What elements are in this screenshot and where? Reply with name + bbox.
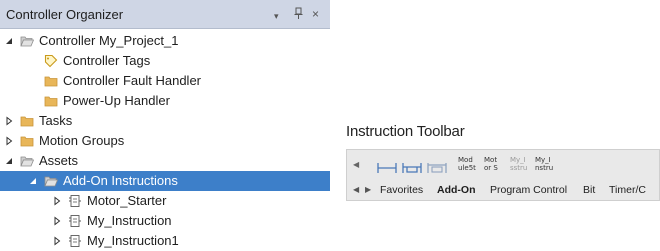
tree-item-label: Controller Fault Handler [63, 73, 202, 88]
folder-icon [20, 134, 34, 148]
aoi-button-line1: My_I [535, 156, 551, 164]
collapsed-arrow-icon[interactable] [52, 236, 62, 246]
branch-level-icon[interactable] [427, 155, 447, 177]
aoi-button-module-starter[interactable]: Mod ule5t [458, 156, 476, 172]
tree-item[interactable]: Tasks [0, 111, 330, 131]
toolbar-tab-strip: ◀ ▶ Favorites Add-On Program Control Bit… [347, 181, 659, 200]
rung-branch-icon[interactable] [377, 155, 397, 177]
scroll-left-icon[interactable]: ◀ [353, 160, 359, 169]
tree-item[interactable]: Controller My_Project_1 [0, 31, 330, 51]
dropdown-icon[interactable]: ▾ [274, 9, 279, 23]
instruction-toolbar-caption: Instruction Toolbar [346, 123, 465, 140]
expanded-arrow-icon[interactable] [4, 36, 14, 46]
aoi-button-line2: ule5t [458, 164, 476, 172]
tab-scroll-left-icon[interactable]: ◀ [353, 185, 359, 194]
tab-add-on[interactable]: Add-On [437, 184, 476, 196]
tab-scroll-right-icon[interactable]: ▶ [365, 185, 371, 194]
tree-item-label: Power-Up Handler [63, 93, 170, 108]
tree-item[interactable]: Motion Groups [0, 131, 330, 151]
tag-icon [44, 54, 58, 68]
aoi-button-line1: Mot [484, 156, 498, 164]
aoi-icon [68, 194, 82, 208]
tree-item[interactable]: Motor_Starter [0, 191, 330, 211]
collapsed-arrow-icon[interactable] [4, 116, 14, 126]
tree-item[interactable]: Add-On Instructions [0, 171, 330, 191]
tree-item-label: Assets [39, 153, 79, 168]
pin-icon[interactable] [294, 7, 303, 23]
folder-open-icon [44, 174, 58, 188]
aoi-button-line1: Mod [458, 156, 473, 164]
tree-item[interactable]: My_Instruction [0, 211, 330, 231]
tree-item-label: My_Instruction1 [87, 233, 179, 248]
folder-open-icon [20, 34, 34, 48]
tab-timer-counter[interactable]: Timer/C [609, 184, 646, 196]
organizer-title: Controller Organizer [6, 7, 124, 22]
aoi-button-line1: My_I [510, 156, 526, 164]
tree-item-label: Controller My_Project_1 [39, 33, 179, 48]
controller-organizer-panel: Controller Organizer ▾ × Controller My_P… [0, 0, 330, 251]
tree-item-label: My_Instruction [87, 213, 172, 228]
aoi-button-line2: nstru [535, 164, 554, 172]
organizer-header: Controller Organizer ▾ × [0, 0, 330, 29]
close-icon[interactable]: × [312, 7, 319, 21]
aoi-button-motor-starter[interactable]: Mot or S [484, 156, 498, 172]
aoi-icon [68, 234, 82, 248]
aoi-button-my-instruction1[interactable]: My_I nstru [535, 156, 553, 172]
collapsed-arrow-icon[interactable] [52, 196, 62, 206]
instruction-toolbar: ◀ Mod ule5t Mot or S My_I sstru My_I nst… [346, 149, 660, 201]
toolbar-button-strip: ◀ Mod ule5t Mot or S My_I sstru My_I nst… [347, 150, 659, 180]
tree-item-label: Tasks [39, 113, 73, 128]
tree-item-label: Controller Tags [63, 53, 151, 68]
tab-program-control[interactable]: Program Control [490, 184, 567, 196]
aoi-button-line2: sstru [510, 164, 528, 172]
tree-item[interactable]: Power-Up Handler [0, 91, 330, 111]
tree-item-label: Motor_Starter [87, 193, 167, 208]
tree-item-label: Add-On Instructions [63, 173, 178, 188]
tree-item[interactable]: Assets [0, 151, 330, 171]
tree-item[interactable]: Controller Tags [0, 51, 330, 71]
folder-icon [44, 74, 58, 88]
branch-icon[interactable] [402, 155, 422, 177]
tab-favorites[interactable]: Favorites [380, 184, 423, 196]
aoi-button-line2: or S [484, 164, 498, 172]
folder-icon [20, 114, 34, 128]
folder-open-icon [20, 154, 34, 168]
folder-icon [44, 94, 58, 108]
expanded-arrow-icon[interactable] [28, 176, 38, 186]
tree-item-label: Motion Groups [39, 133, 125, 148]
collapsed-arrow-icon[interactable] [52, 216, 62, 226]
aoi-button-my-instruction[interactable]: My_I sstru [510, 156, 527, 172]
aoi-icon [68, 214, 82, 228]
tree-item[interactable]: My_Instruction1 [0, 231, 330, 251]
collapsed-arrow-icon[interactable] [4, 136, 14, 146]
expanded-arrow-icon[interactable] [4, 156, 14, 166]
tab-bit[interactable]: Bit [583, 184, 595, 196]
tree-item[interactable]: Controller Fault Handler [0, 71, 330, 91]
